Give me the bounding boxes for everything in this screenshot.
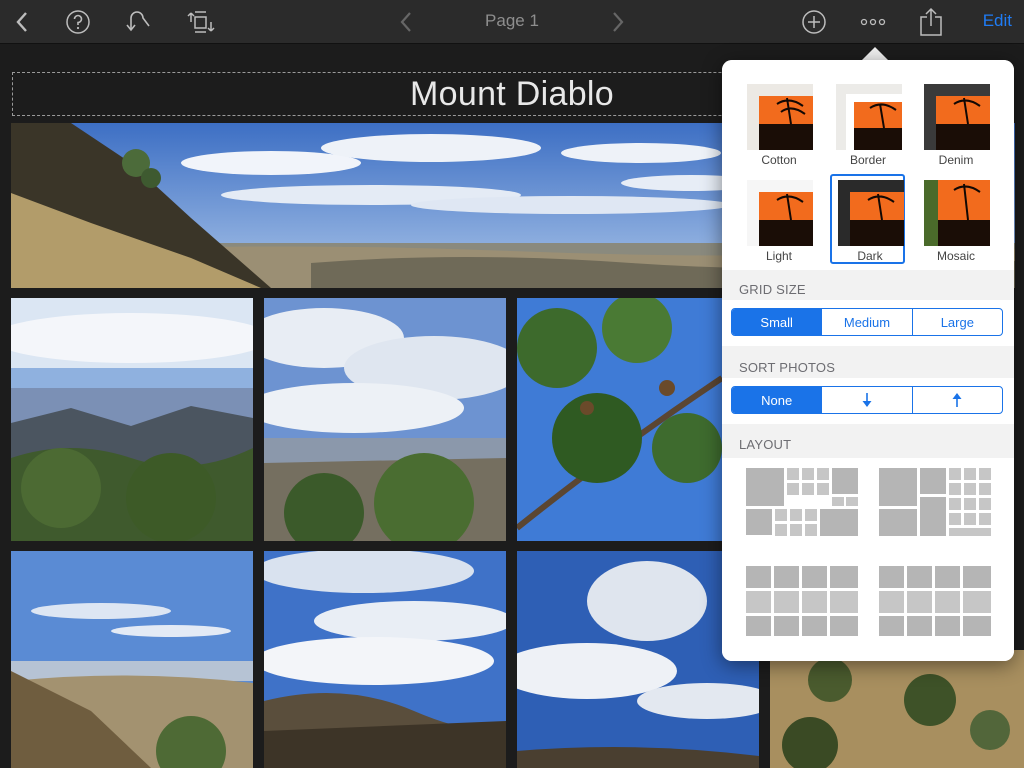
theme-denim[interactable]: Denim: [918, 80, 994, 168]
previous-page-button[interactable]: [396, 7, 416, 37]
question-mark-circle-icon: [66, 10, 90, 34]
arrow-up-icon: [952, 393, 962, 407]
theme-border[interactable]: Border: [830, 80, 906, 168]
theme-mosaic-thumbnail: [924, 180, 990, 246]
rotate-crop-icon: [187, 11, 215, 33]
page-label: Page 1: [485, 11, 539, 30]
grid-size-control: Small Medium Large: [731, 308, 1003, 336]
layout-grid-icon: [746, 566, 858, 636]
share-icon: [920, 7, 942, 36]
sort-ascending[interactable]: [911, 387, 1002, 413]
chevron-left-icon: [400, 12, 411, 32]
theme-light-thumbnail: [747, 180, 813, 246]
more-button[interactable]: [858, 7, 888, 37]
rotate-button[interactable]: [186, 7, 216, 37]
photo-tile[interactable]: [11, 298, 253, 541]
photo-tile[interactable]: [11, 551, 253, 768]
sort-photos-control: None: [731, 386, 1003, 414]
hillside-image: [11, 551, 253, 768]
grid-size-header: GRID SIZE: [739, 282, 806, 297]
chevron-left-icon: [16, 12, 27, 32]
undo-arrow-icon: [126, 11, 150, 32]
edit-button[interactable]: Edit: [983, 11, 1012, 31]
theme-label: Mosaic: [936, 249, 975, 263]
back-button[interactable]: [8, 7, 36, 37]
layout-grid-icon: [879, 566, 991, 636]
dry-hills-image: [770, 650, 1024, 768]
next-page-button[interactable]: [608, 7, 628, 37]
theme-cotton[interactable]: Cotton: [741, 80, 817, 168]
layout-header: LAYOUT: [739, 437, 792, 452]
theme-label: Light: [765, 249, 793, 263]
undo-button[interactable]: [124, 7, 154, 37]
sort-descending[interactable]: [821, 387, 911, 413]
arrow-down-icon: [862, 393, 872, 407]
theme-dark[interactable]: Dark: [830, 174, 905, 264]
layout-option-2[interactable]: [879, 468, 991, 538]
theme-light[interactable]: Light: [741, 176, 817, 264]
help-button[interactable]: [64, 7, 92, 37]
grid-size-medium[interactable]: Medium: [821, 309, 911, 335]
add-button[interactable]: [800, 7, 828, 37]
photo-tile[interactable]: [264, 298, 506, 541]
layout-grid-icon: [746, 468, 858, 536]
layout-option-3[interactable]: [746, 566, 858, 636]
theme-label: Border: [849, 153, 887, 167]
grid-size-row: Small Medium Large: [722, 300, 1014, 346]
theme-mosaic[interactable]: Mosaic: [918, 176, 994, 264]
theme-label: Denim: [938, 153, 974, 167]
album-title: Mount Diablo: [410, 74, 614, 113]
chevron-right-icon: [613, 12, 624, 32]
plus-circle-icon: [802, 10, 826, 34]
popover-arrow: [861, 47, 889, 61]
photo-tile[interactable]: [517, 298, 722, 541]
theme-denim-thumbnail: [924, 84, 990, 150]
layout-options: [722, 458, 1014, 661]
landscape-image: [11, 298, 253, 541]
layout-option-1[interactable]: [746, 468, 858, 538]
layout-option-4[interactable]: [879, 566, 991, 636]
sort-photos-row: None: [722, 378, 1014, 424]
theme-border-thumbnail: [836, 84, 902, 150]
theme-popover: Cotton Border Denim Light Dark Mosaic GR…: [722, 60, 1014, 661]
photo-tile[interactable]: [264, 551, 506, 768]
pine-tree-image: [517, 298, 722, 541]
theme-cotton-thumbnail: [747, 84, 813, 150]
cloudy-sky-image: [264, 298, 506, 541]
theme-grid: Cotton Border Denim Light Dark Mosaic: [722, 60, 1014, 270]
grid-size-small[interactable]: Small: [732, 309, 822, 335]
toolbar: Page 1 Edit: [0, 0, 1024, 44]
sort-none[interactable]: None: [732, 387, 822, 413]
grid-size-large[interactable]: Large: [911, 309, 1002, 335]
ellipsis-icon: [860, 18, 886, 26]
photo-tile[interactable]: [770, 650, 1024, 768]
theme-dark-thumbnail: [838, 180, 904, 246]
layout-grid-icon: [879, 468, 991, 536]
theme-label: Cotton: [761, 153, 797, 167]
sort-photos-header: SORT PHOTOS: [739, 360, 836, 375]
lenticular-clouds-image: [264, 551, 506, 768]
share-button[interactable]: [918, 7, 944, 37]
theme-label: Dark: [857, 249, 883, 263]
